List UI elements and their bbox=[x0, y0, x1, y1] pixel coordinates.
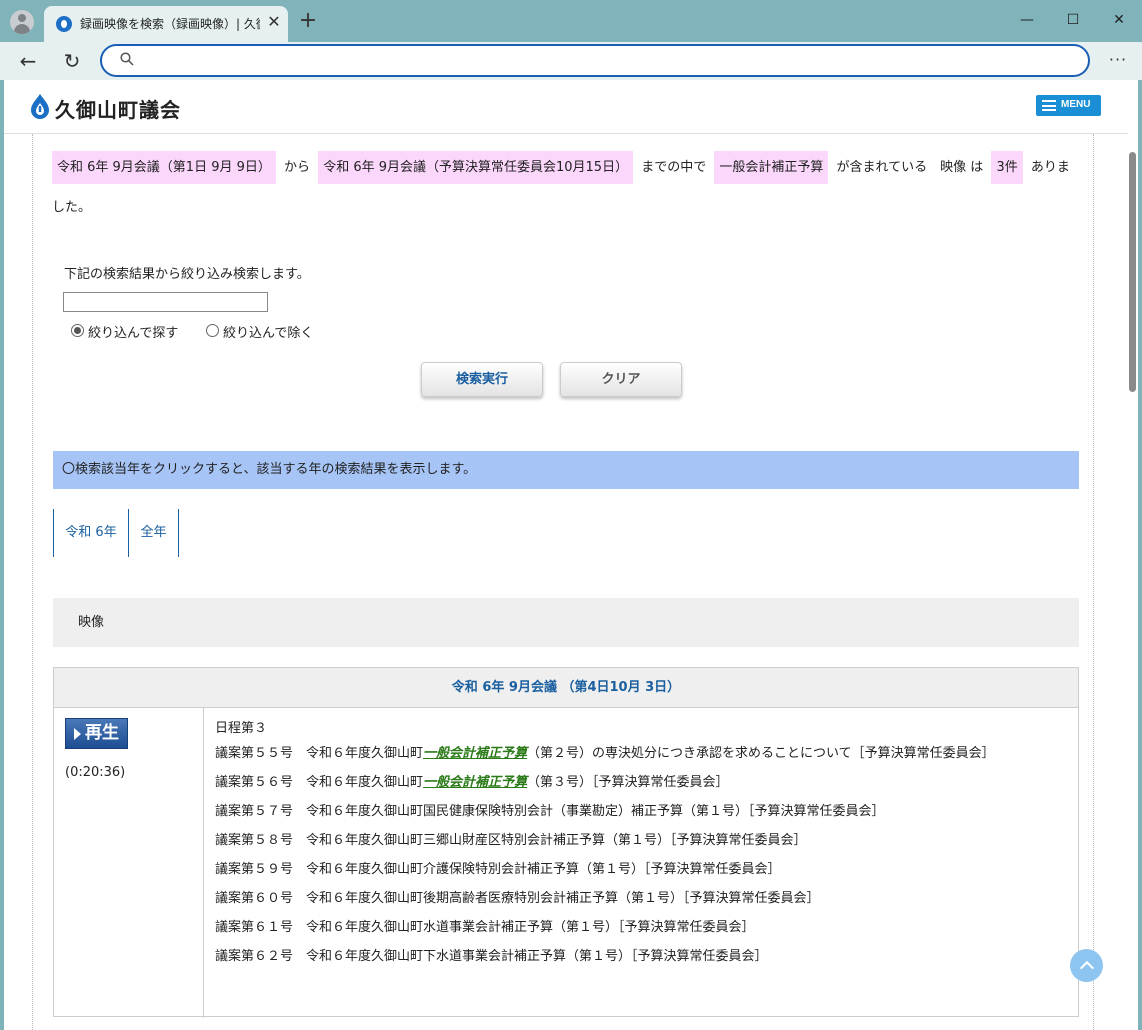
list-item: 議案第６２号 令和６年度久御山町下水道事業会計補正予算（第１号）［予算決算常任委… bbox=[215, 949, 768, 964]
scrollbar-thumb[interactable] bbox=[1129, 152, 1136, 392]
search-summary: 令和 6年 9月会議（第1日 9月 9日） から 令和 6年 9月会議（予算決算… bbox=[52, 148, 1072, 228]
address-bar[interactable] bbox=[100, 44, 1090, 77]
address-input[interactable] bbox=[144, 50, 1064, 72]
menu-label: MENU bbox=[1061, 99, 1091, 110]
maximize-button[interactable]: ☐ bbox=[1058, 8, 1088, 32]
page-scrollbar[interactable] bbox=[1127, 134, 1138, 1030]
filter-input[interactable] bbox=[63, 292, 268, 312]
keyword-highlight: 一般会計補正予算 bbox=[423, 775, 528, 790]
summary-count: 3件 bbox=[991, 151, 1023, 184]
tab-title: 録画映像を検索（録画映像）| 久御山町議会 bbox=[80, 17, 260, 31]
result-video-column: 再生 (0:20:36) bbox=[54, 708, 204, 1018]
result-card: 令和 6年 9月会議 （第4日10月 3日） 再生 (0:20:36) 日程第３… bbox=[53, 667, 1079, 1018]
more-options-button[interactable]: ··· bbox=[1104, 48, 1132, 74]
play-button[interactable]: 再生 bbox=[65, 718, 128, 749]
list-item: 議案第５６号 令和６年度久御山町一般会計補正予算（第３号）［予算決算常任委員会］ bbox=[215, 775, 729, 790]
radio-include[interactable] bbox=[71, 324, 84, 337]
keyword-highlight: 一般会計補正予算 bbox=[423, 746, 528, 761]
play-label: 再生 bbox=[85, 723, 119, 743]
search-execute-button[interactable]: 検索実行 bbox=[421, 362, 543, 397]
browser-tab[interactable]: 録画映像を検索（録画映像）| 久御山町議会 ✕ bbox=[44, 6, 288, 42]
back-button[interactable]: ← bbox=[14, 48, 42, 74]
year-notice: 〇検索該当年をクリックすると、該当する年の検索結果を表示します。 bbox=[53, 451, 1079, 489]
list-item: 議案第５８号 令和６年度久御山町三郷山財産区特別会計補正予算（第１号）［予算決算… bbox=[215, 833, 807, 848]
year-tab-reiwa6[interactable]: 令和 6年 bbox=[53, 509, 129, 557]
search-icon bbox=[120, 52, 134, 66]
clear-button[interactable]: クリア bbox=[560, 362, 682, 397]
video-duration: (0:20:36) bbox=[65, 765, 126, 780]
result-meeting-title[interactable]: 令和 6年 9月会議 （第4日10月 3日） bbox=[54, 668, 1078, 708]
play-icon bbox=[74, 728, 81, 740]
filter-label: 下記の検索結果から絞り込み検索します。 bbox=[64, 267, 310, 282]
list-item: 議案第５５号 令和６年度久御山町一般会計補正予算（第２号）の専決処分につき承認を… bbox=[215, 746, 995, 761]
new-tab-button[interactable]: + bbox=[296, 9, 320, 33]
summary-contains: が含まれている 映像 は bbox=[836, 160, 984, 175]
list-item: 議案第５９号 令和６年度久御山町介護保険特別会計補正予算（第１号）［予算決算常任… bbox=[215, 862, 781, 877]
reload-button[interactable]: ↻ bbox=[58, 48, 86, 74]
summary-keyword: 一般会計補正予算 bbox=[714, 151, 829, 184]
summary-from: 令和 6年 9月会議（第1日 9月 9日） bbox=[52, 151, 276, 184]
menu-button[interactable]: MENU bbox=[1036, 95, 1101, 116]
list-item: 議案第６１号 令和６年度久御山町水道事業会計補正予算（第１号）［予算決算常任委員… bbox=[215, 920, 755, 935]
summary-from-word: から bbox=[284, 160, 311, 175]
summary-to-word: までの中で bbox=[641, 160, 707, 175]
radio-include-label[interactable]: 絞り込んで探す bbox=[88, 322, 178, 341]
minimize-button[interactable]: — bbox=[1012, 8, 1042, 32]
site-logo-icon[interactable] bbox=[30, 93, 50, 119]
radio-exclude[interactable] bbox=[206, 324, 219, 337]
browser-tab-bar: 録画映像を検索（録画映像）| 久御山町議会 ✕ + — ☐ ✕ bbox=[0, 0, 1142, 42]
profile-avatar-icon[interactable] bbox=[10, 10, 34, 34]
year-tab-all[interactable]: 全年 bbox=[128, 509, 179, 557]
agenda-heading: 日程第３ bbox=[215, 721, 268, 736]
page-viewport: 久御山町議会 MENU 令和 6年 9月会議（第1日 9月 9日） から 令和 … bbox=[4, 80, 1138, 1030]
close-window-button[interactable]: ✕ bbox=[1104, 8, 1134, 32]
radio-exclude-label[interactable]: 絞り込んで除く bbox=[223, 322, 313, 341]
summary-to: 令和 6年 9月会議（予算決算常任委員会10月15日） bbox=[318, 151, 634, 184]
list-item: 議案第６０号 令和６年度久御山町後期高齢者医療特別会計補正予算（第１号）［予算決… bbox=[215, 891, 820, 906]
agenda-list: 日程第３ 議案第５５号 令和６年度久御山町一般会計補正予算（第２号）の専決処分に… bbox=[215, 718, 1065, 971]
site-header: 久御山町議会 MENU bbox=[4, 80, 1128, 134]
hamburger-icon bbox=[1042, 100, 1056, 111]
section-title: 映像 bbox=[53, 598, 1079, 647]
list-item: 議案第５７号 令和６年度久御山町国民健康保険特別会計（事業勘定）補正予算（第１号… bbox=[215, 804, 885, 819]
site-name[interactable]: 久御山町議会 bbox=[55, 94, 181, 123]
site-favicon-icon bbox=[56, 16, 72, 32]
browser-toolbar: ← ↻ ··· bbox=[0, 42, 1142, 80]
back-to-top-button[interactable] bbox=[1070, 949, 1103, 982]
tab-close-icon[interactable]: ✕ bbox=[264, 12, 284, 32]
